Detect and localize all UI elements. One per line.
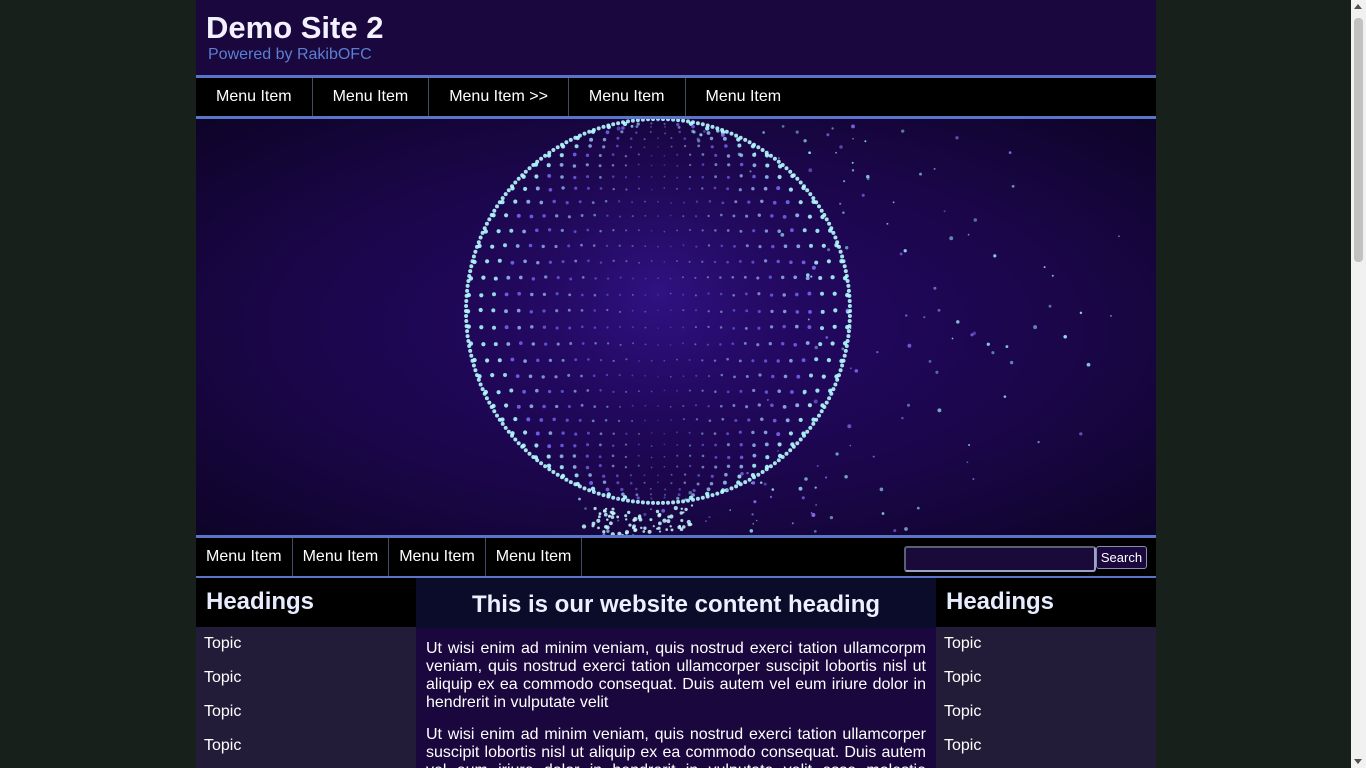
scroll-down-arrow-icon[interactable] [1354, 759, 1362, 764]
sub-nav-item-2[interactable]: Menu Item [293, 538, 390, 576]
main-content: This is our website content heading Ut w… [416, 578, 936, 768]
left-sidebar: Headings Topic Topic Topic Topic [196, 578, 416, 768]
secondary-navigation: Menu Item Menu Item Menu Item Menu Item … [196, 535, 1156, 579]
left-sidebar-heading: Headings [196, 578, 416, 627]
site-container: Demo Site 2 Powered by RakibOFC Menu Ite… [196, 0, 1156, 768]
content-paragraph: Ut wisi enim ad minim veniam, quis nostr… [426, 640, 926, 711]
scrollbar-thumb[interactable] [1354, 18, 1363, 262]
top-nav-item-3-submenu[interactable]: Menu Item >> [429, 78, 569, 116]
site-title[interactable]: Demo Site 2 [206, 10, 383, 46]
right-topic-link[interactable]: Topic [936, 729, 1156, 763]
right-sidebar-heading: Headings [936, 578, 1156, 627]
top-nav-item-5[interactable]: Menu Item [686, 78, 802, 116]
particle-globe-banner [196, 119, 1156, 535]
top-nav-item-2[interactable]: Menu Item [313, 78, 430, 116]
top-navigation: Menu Item Menu Item Menu Item >> Menu It… [196, 75, 1156, 119]
left-topic-link[interactable]: Topic [196, 661, 416, 695]
top-nav-item-4[interactable]: Menu Item [569, 78, 686, 116]
right-topic-link[interactable]: Topic [936, 627, 1156, 661]
sub-nav-item-4[interactable]: Menu Item [486, 538, 583, 576]
right-sidebar: Headings Topic Topic Topic Topic [936, 578, 1156, 768]
content-columns: Headings Topic Topic Topic Topic This is… [196, 578, 1156, 768]
banner-image [196, 119, 1156, 535]
site-subtitle: Powered by RakibOFC [208, 46, 372, 63]
sub-nav-item-3[interactable]: Menu Item [389, 538, 486, 576]
right-topic-link[interactable]: Topic [936, 661, 1156, 695]
right-topic-link[interactable]: Topic [936, 695, 1156, 729]
content-heading: This is our website content heading [416, 578, 936, 628]
site-header: Demo Site 2 Powered by RakibOFC [196, 0, 1156, 75]
top-nav-item-1[interactable]: Menu Item [196, 78, 313, 116]
content-paragraph: Ut wisi enim ad minim veniam, quis nostr… [426, 726, 926, 768]
left-topic-link[interactable]: Topic [196, 695, 416, 729]
page-scrollbar[interactable] [1351, 0, 1366, 768]
left-topic-link[interactable]: Topic [196, 627, 416, 661]
search-button[interactable]: Search [1096, 546, 1147, 569]
sub-nav-item-1[interactable]: Menu Item [196, 538, 293, 576]
search-input[interactable] [904, 546, 1096, 572]
left-topic-link[interactable]: Topic [196, 729, 416, 763]
scroll-up-arrow-icon[interactable] [1354, 4, 1362, 9]
